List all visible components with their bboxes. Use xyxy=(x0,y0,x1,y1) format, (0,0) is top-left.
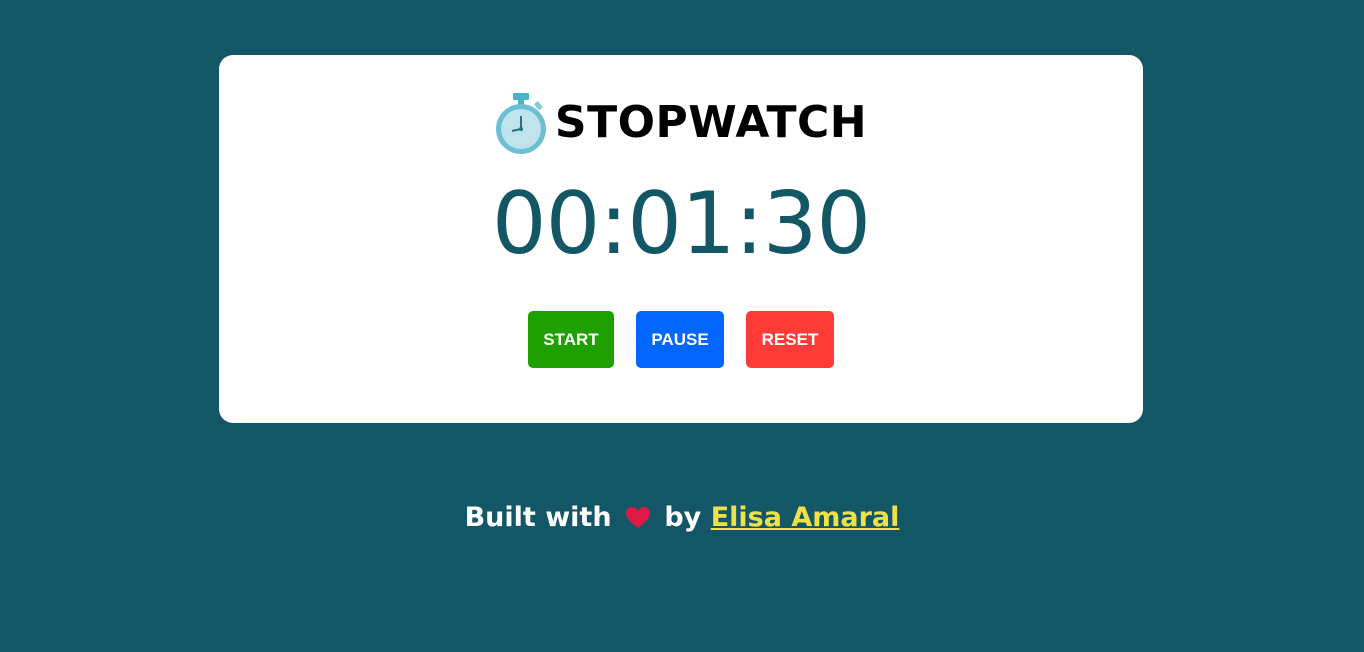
footer-by: by xyxy=(664,502,702,533)
footer-prefix: Built with xyxy=(464,502,612,533)
time-display: 00:01:30 xyxy=(491,174,871,274)
stopwatch-card: STOPWATCH 00:01:30 START PAUSE RESET xyxy=(219,55,1143,423)
reset-button[interactable]: RESET xyxy=(746,311,834,368)
heart-icon xyxy=(625,503,651,539)
page: STOPWATCH 00:01:30 START PAUSE RESET Bui… xyxy=(0,0,1364,652)
author-link[interactable]: Elisa Amaral xyxy=(711,502,900,533)
start-button[interactable]: START xyxy=(528,311,614,368)
app-title: STOPWATCH xyxy=(554,97,868,148)
stopwatch-icon xyxy=(495,91,547,155)
footer: Built with by Elisa Amaral xyxy=(0,500,1364,539)
pause-button[interactable]: PAUSE xyxy=(636,311,724,368)
control-buttons: START PAUSE RESET xyxy=(219,311,1143,368)
title-row: STOPWATCH xyxy=(219,91,1143,155)
